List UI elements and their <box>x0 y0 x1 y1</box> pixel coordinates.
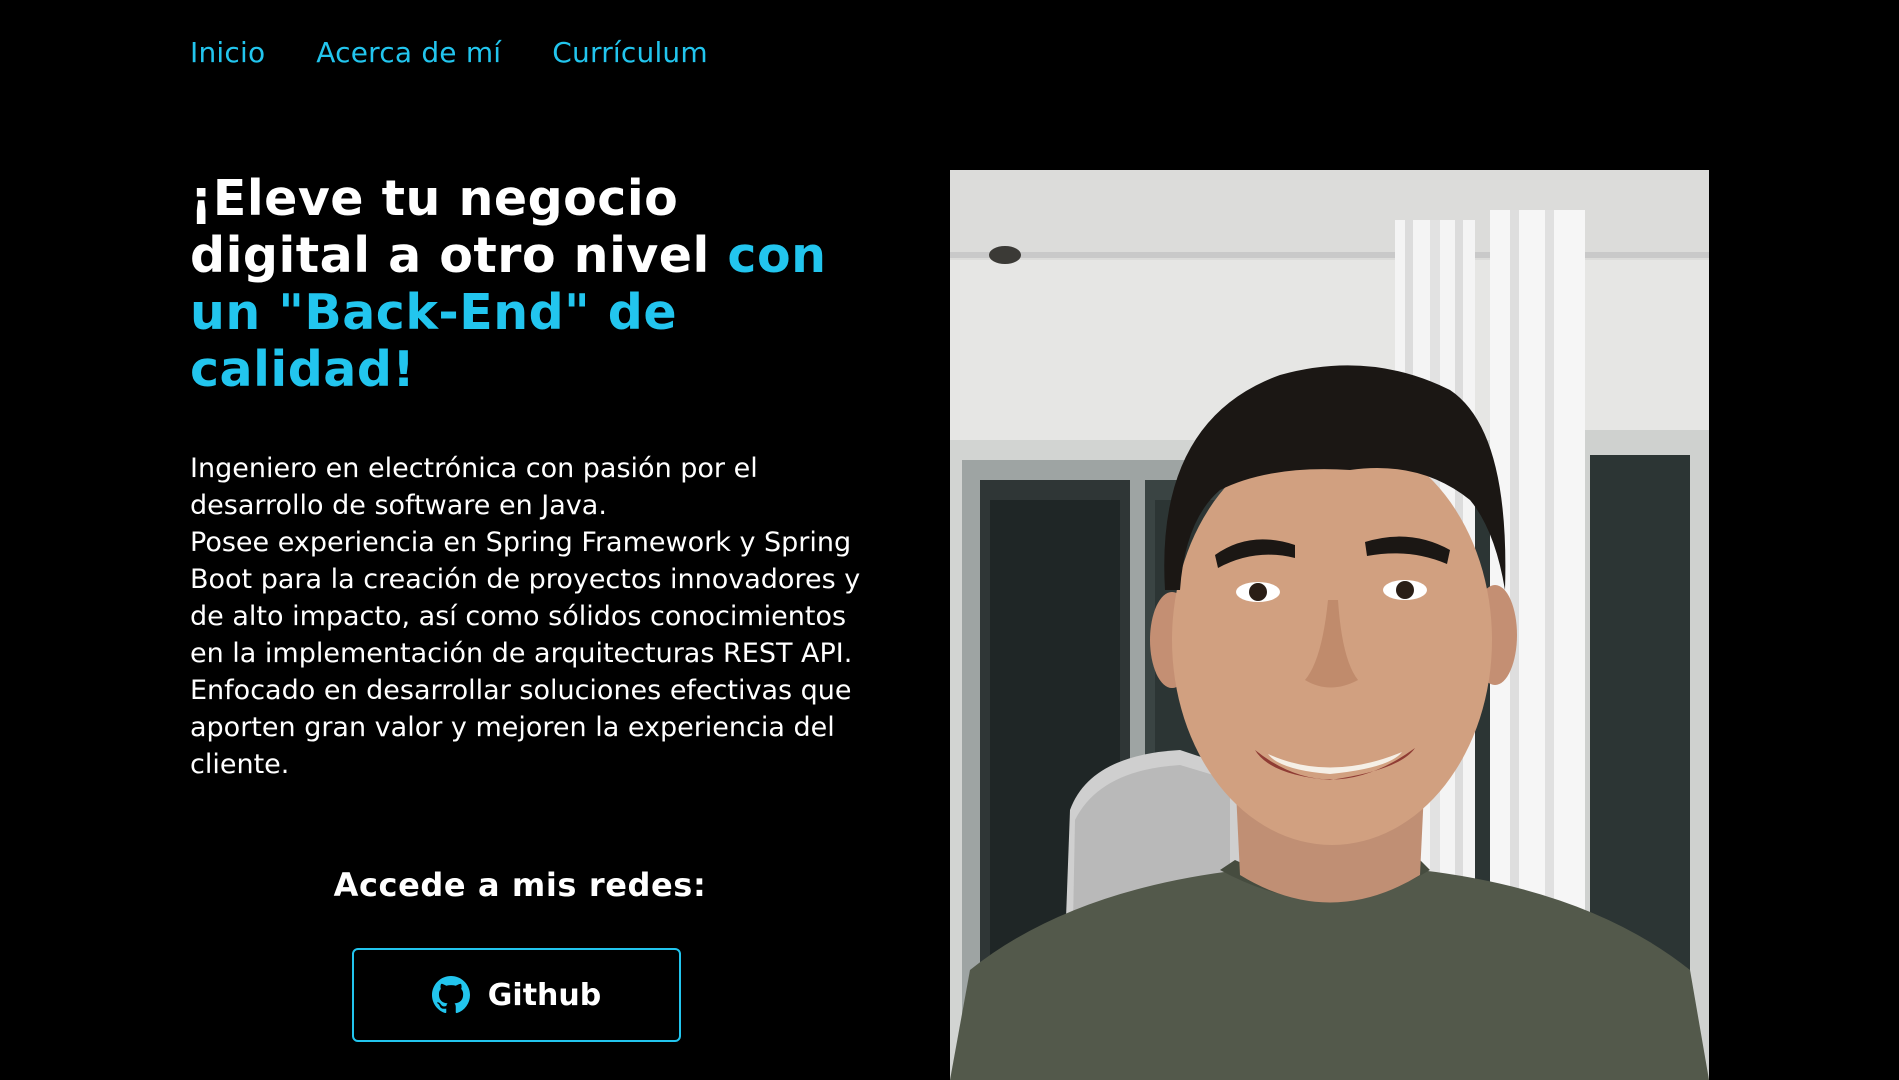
bio-paragraph: Enfocado en desarrollar soluciones efect… <box>190 675 852 780</box>
nav-link-acerca-de-mi[interactable]: Acerca de mí <box>316 36 501 69</box>
hero-headline: ¡Eleve tu negocio digital a otro nivel c… <box>190 170 870 398</box>
profile-photo <box>950 170 1709 1080</box>
github-button[interactable]: Github <box>352 948 681 1042</box>
hero-text: ¡Eleve tu negocio digital a otro nivel c… <box>190 170 870 783</box>
github-icon <box>431 976 470 1014</box>
headline-white-part: ¡Eleve tu negocio digital a otro nivel <box>190 170 710 284</box>
page: Inicio Acerca de mí Currículum ¡Eleve tu… <box>0 0 1899 1080</box>
bio-paragraph: Posee experiencia en Spring Framework y … <box>190 527 861 669</box>
top-nav: Inicio Acerca de mí Currículum <box>190 36 708 69</box>
github-button-label: Github <box>487 977 602 1013</box>
hero-bio: Ingeniero en electrónica con pasión por … <box>190 450 870 783</box>
socials-title: Accede a mis redes: <box>333 866 707 904</box>
nav-link-inicio[interactable]: Inicio <box>190 36 265 69</box>
bio-paragraph: Ingeniero en electrónica con pasión por … <box>190 453 758 521</box>
nav-link-curriculum[interactable]: Currículum <box>552 36 708 69</box>
profile-photo-illustration <box>950 170 1709 1080</box>
